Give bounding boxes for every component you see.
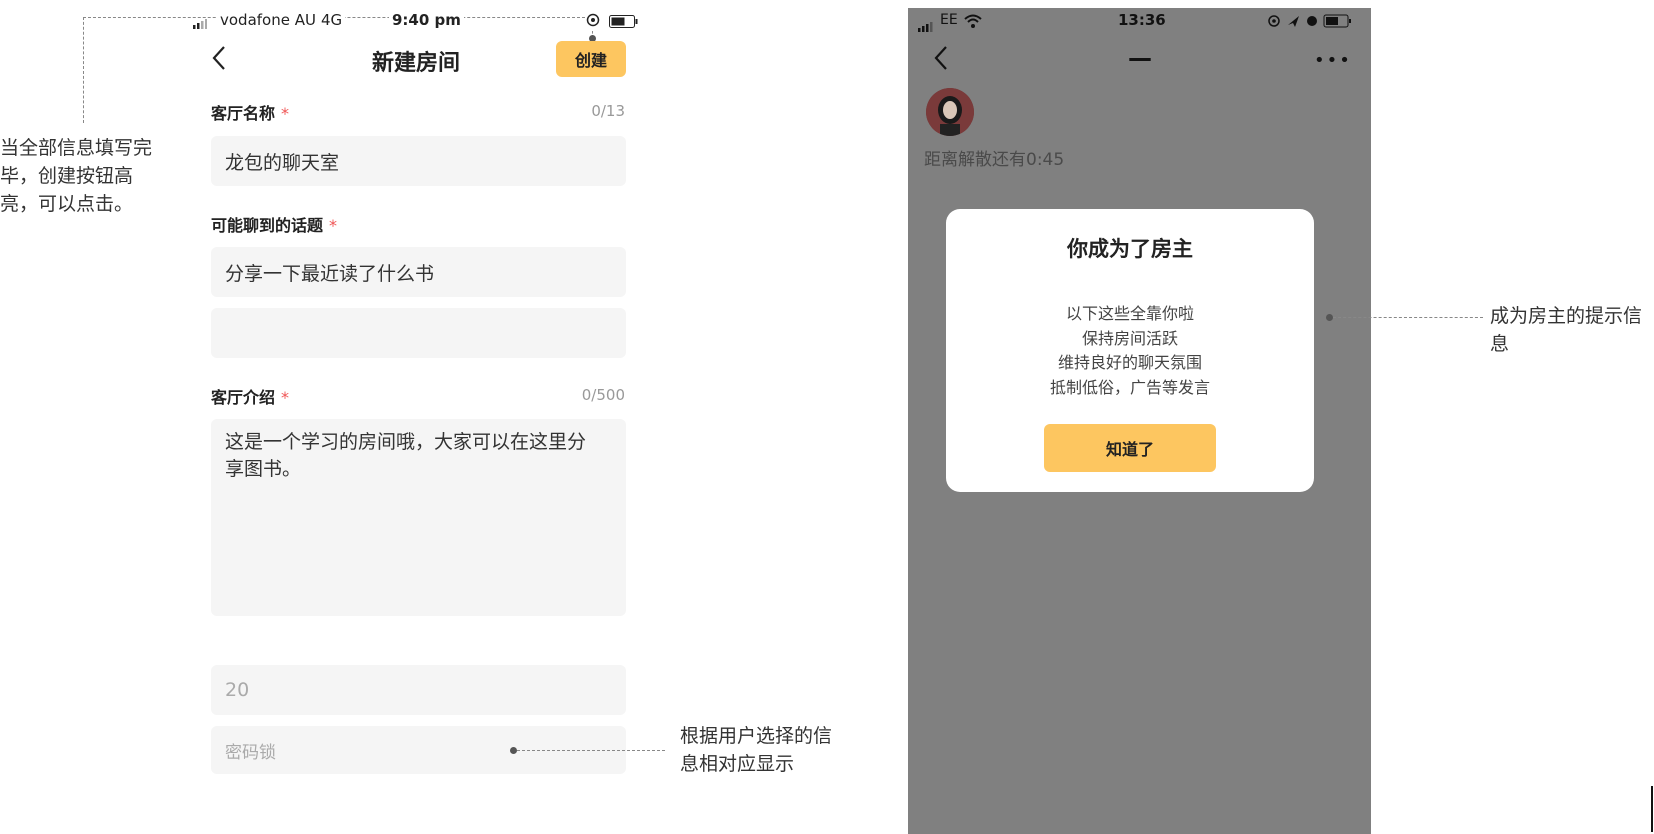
status-time: 13:36 (1118, 11, 1166, 29)
topic-input-1[interactable]: 分享一下最近读了什么书 (211, 247, 626, 297)
annotation-connector-left (83, 17, 84, 123)
annotation-owner-note: 成为房主的提示信息 (1490, 305, 1643, 355)
room-title: — (1128, 44, 1152, 72)
avatar-image (926, 88, 974, 136)
avatar[interactable] (926, 88, 974, 136)
ok-button[interactable]: 知道了 (1044, 424, 1216, 472)
text-cursor-mark (1651, 786, 1653, 832)
chevron-left-icon (212, 46, 225, 70)
status-bar: vodafone AU 4G 9:40 pm (193, 11, 643, 32)
modal-line: 以下这些全靠你啦 (1065, 304, 1194, 323)
capacity-input[interactable]: 20 (211, 665, 626, 715)
modal-line: 抵制低俗，广告等发言 (1049, 378, 1210, 397)
topic-label: 可能聊到的话题 * (211, 216, 338, 235)
chevron-left-icon (934, 46, 947, 70)
annotation-connector-password (517, 750, 665, 751)
signal-icon (918, 17, 934, 36)
annotation-dot-owner (1326, 314, 1333, 321)
owner-modal: 你成为了房主 以下这些全靠你啦 保持房间活跃 维持良好的聊天氛围 抵制低俗，广告… (946, 209, 1314, 492)
required-mark: * (281, 388, 290, 407)
signal-icon (193, 15, 207, 29)
room-name-counter: 0/13 (591, 102, 625, 120)
modal-line: 保持房间活跃 (1081, 329, 1178, 348)
network-label: 4G (318, 11, 346, 29)
topic-input-2[interactable] (211, 308, 626, 358)
battery-icon (609, 14, 639, 32)
carrier-label: vodafone AU (217, 11, 319, 29)
status-icons (1268, 13, 1363, 32)
back-button[interactable] (932, 44, 950, 76)
required-mark: * (281, 104, 290, 123)
intro-label: 客厅介绍 * (211, 388, 290, 407)
status-time: 9:40 pm (389, 11, 464, 29)
annotation-create-note: 当全部信息填写完毕，创建按钮高亮，可以点击。 (0, 137, 153, 215)
room-name-label: 客厅名称 * (211, 104, 290, 123)
annotation-dot-password (510, 747, 517, 754)
annotation-connector-owner (1333, 317, 1483, 318)
page-title: 新建房间 (372, 51, 461, 76)
intro-counter: 0/500 (581, 386, 625, 404)
modal-title: 你成为了房主 (1067, 237, 1193, 261)
back-button[interactable] (210, 44, 234, 72)
room-name-input[interactable]: 龙包的聊天室 (211, 136, 626, 186)
intro-textarea[interactable]: 这是一个学习的房间哦，大家可以在这里分享图书。 (211, 419, 626, 616)
wifi-icon (964, 13, 982, 32)
dissolve-countdown: 距离解散还有0:45 (924, 150, 1065, 170)
right-phone: EE 13:36 — ••• 距离解散还有0:45 你成为了房主 以下这些全靠你… (908, 8, 1371, 834)
annotation-password-note: 根据用户选择的信息相对应显示 (680, 725, 833, 775)
required-mark: * (329, 216, 338, 235)
more-button[interactable]: ••• (1314, 50, 1352, 71)
carrier-label: EE (940, 12, 958, 28)
modal-line: 维持良好的聊天氛围 (1057, 353, 1202, 372)
rotation-lock-icon (586, 13, 600, 31)
create-button[interactable]: 创建 (556, 41, 626, 77)
